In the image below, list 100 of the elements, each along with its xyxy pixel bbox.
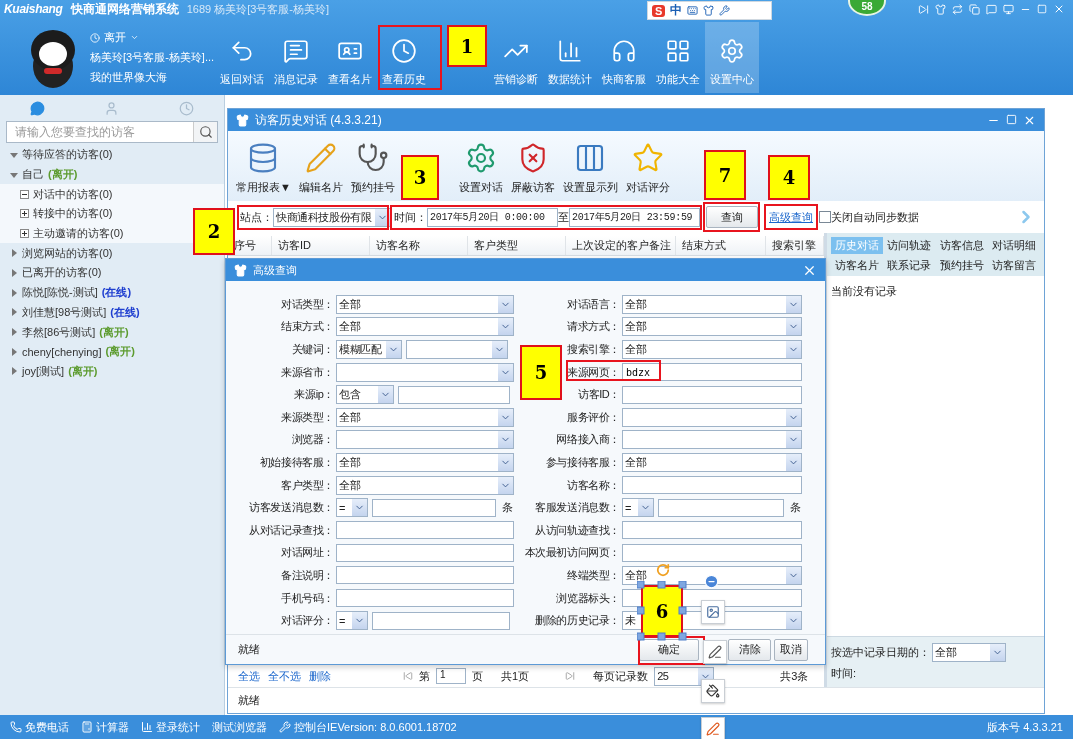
tree-item[interactable]: 对话中的访客(0) xyxy=(33,186,113,202)
tree-item[interactable]: 陈悦[陈悦-测试] xyxy=(22,285,98,301)
field-label: 手机号码： xyxy=(281,590,334,606)
dropdown[interactable]: 25 xyxy=(654,666,715,686)
field-label: 来源ip： xyxy=(294,387,334,403)
callout-label: 4 xyxy=(768,155,810,200)
tree-item[interactable]: 李然[86号测试] xyxy=(22,324,96,340)
dropdown[interactable]: 模糊匹配 xyxy=(336,340,402,359)
dropdown[interactable]: = xyxy=(622,498,654,518)
field-label: 时间: xyxy=(831,666,858,681)
callout-label: 6 xyxy=(641,585,683,637)
toolbar-button[interactable]: 消息记录 xyxy=(269,22,323,93)
app-logo: Kuaishang xyxy=(4,2,63,16)
tool-button[interactable]: 常用报表▼ xyxy=(234,131,293,201)
dropdown[interactable]: 全部 xyxy=(336,452,514,472)
tab[interactable]: 联系记录 xyxy=(883,257,936,274)
field-label: 参与接待客服： xyxy=(545,454,620,470)
callout-label: 1 xyxy=(447,25,487,67)
tree-item[interactable]: joy[测试] xyxy=(22,363,65,379)
toolbar-button[interactable]: 返回对话 xyxy=(215,22,269,93)
dropdown[interactable]: = xyxy=(336,611,368,631)
action-link[interactable]: 全不选 xyxy=(268,668,301,684)
tab[interactable]: 访客信息 xyxy=(935,237,988,254)
field-label: 网络接入商： xyxy=(556,432,620,448)
dropdown[interactable]: 全部 xyxy=(336,294,514,314)
field-label: 删除的历史记录： xyxy=(535,613,620,629)
tab[interactable]: 访客留言 xyxy=(987,257,1040,274)
action-link[interactable]: 全选 xyxy=(238,668,260,684)
action-link[interactable]: 删除 xyxy=(309,668,331,684)
tree-item[interactable]: 主动邀请的访客(0) xyxy=(33,226,124,242)
dialog-button[interactable]: 清除 xyxy=(728,638,771,661)
tab[interactable]: 访问轨迹 xyxy=(883,237,936,254)
dropdown[interactable]: 包含 xyxy=(336,385,394,405)
search-field[interactable]: 请输入您要查找的访客 xyxy=(6,121,218,143)
status-text: (离开) xyxy=(68,363,98,379)
tab[interactable]: 预约挂号 xyxy=(935,257,988,274)
toolbar-button[interactable]: 查看历史 xyxy=(377,22,431,93)
tree-item[interactable]: 自己 xyxy=(22,167,44,183)
app-title: 快商通网络营销系统 xyxy=(70,0,179,18)
status-text: (离开) xyxy=(99,324,129,340)
user-line: 1689 杨美玲[3号客服-杨美玲] xyxy=(186,1,330,17)
tree-item[interactable]: cheny[chenying] xyxy=(22,345,102,358)
field-label: 关键词： xyxy=(291,342,334,357)
field-label: 访客ID： xyxy=(578,387,620,403)
toolbar-button[interactable]: 功能大全 xyxy=(651,22,705,93)
dropdown[interactable]: 全部 xyxy=(932,643,1006,662)
tree-item[interactable]: 已离开的访客(0) xyxy=(22,265,102,281)
page-field[interactable]: 1 xyxy=(436,668,466,684)
tool-button[interactable]: 预约挂号 xyxy=(348,131,397,201)
tree-item[interactable]: 转接中的访客(0) xyxy=(33,206,113,222)
tree-item[interactable]: 浏览网站的访客(0) xyxy=(22,245,113,261)
advanced-query-link[interactable]: 高级查询 xyxy=(769,209,813,225)
toolbar-button[interactable]: 营销诊断 xyxy=(489,22,543,93)
page-count: 共1页 xyxy=(501,668,530,684)
date-field[interactable]: 2017年5月20日 0:00:00 xyxy=(427,207,558,227)
input-field[interactable]: bdzx xyxy=(622,363,802,382)
tool-button[interactable]: 对话评分 xyxy=(623,131,672,201)
field-label: 访客名称： xyxy=(567,477,620,493)
dropdown[interactable]: 全部 xyxy=(622,317,802,337)
date-field[interactable]: 2017年5月20日 23:59:59 xyxy=(569,207,700,227)
dialog-button[interactable]: 确定 xyxy=(639,638,699,661)
ime-mode[interactable]: 中 xyxy=(670,2,683,19)
column-header: 访客名称 xyxy=(370,236,468,255)
dropdown[interactable]: = xyxy=(336,498,368,518)
status-text: (离开) xyxy=(48,167,78,183)
per-page-label: 每页记录数 xyxy=(593,668,649,684)
dropdown[interactable]: 全部 xyxy=(336,407,514,427)
tree-item[interactable]: 等待应答的访客(0) xyxy=(22,147,113,163)
column-header: 结束方式 xyxy=(676,236,766,255)
field-label: 来源网页： xyxy=(567,364,620,380)
dropdown[interactable]: 全部 xyxy=(336,317,514,337)
tool-button[interactable]: 编辑名片 xyxy=(296,131,345,201)
field-label: 从访问轨迹查找： xyxy=(535,522,620,538)
record-count: 共3条 xyxy=(780,668,809,684)
dropdown[interactable]: 全部 xyxy=(622,294,802,314)
field-label: 从对话记录查找： xyxy=(249,522,334,538)
dialog-button[interactable]: 取消 xyxy=(774,638,808,661)
tab[interactable]: 对话明细 xyxy=(987,237,1040,254)
dropdown[interactable]: 全部 xyxy=(622,452,802,472)
status-text: (离开) xyxy=(105,344,135,360)
dropdown[interactable]: 全部 xyxy=(622,340,802,359)
tree-item[interactable]: 刘佳慧[98号测试] xyxy=(22,304,107,320)
field-label: 对话评分： xyxy=(281,613,334,629)
user-motto: 我的世界像大海 xyxy=(90,70,168,85)
dropdown[interactable]: 全部 xyxy=(336,475,514,495)
field-label: 客服发送消息数： xyxy=(535,500,620,516)
tab[interactable]: 访客名片 xyxy=(831,257,884,274)
field-label: 请求方式： xyxy=(567,319,620,335)
callout-label: 2 xyxy=(193,208,235,255)
toolbar-button[interactable]: 查看名片 xyxy=(323,22,377,93)
tool-button[interactable]: 屏蔽访客 xyxy=(508,131,557,201)
toolbar-button[interactable]: 快商客服 xyxy=(597,22,651,93)
tool-button[interactable]: 设置对话 xyxy=(456,131,505,201)
toolbar-button[interactable]: 数据统计 xyxy=(543,22,597,93)
query-button[interactable]: 查询 xyxy=(706,206,758,228)
tool-button[interactable]: 设置显示列 xyxy=(560,131,620,201)
dropdown[interactable]: 全部 xyxy=(622,565,802,585)
field-label: 终端类型： xyxy=(567,567,620,583)
dropdown[interactable]: 快商通科技股份有限 xyxy=(273,207,391,227)
field-label: 访客发送消息数： xyxy=(249,500,334,516)
